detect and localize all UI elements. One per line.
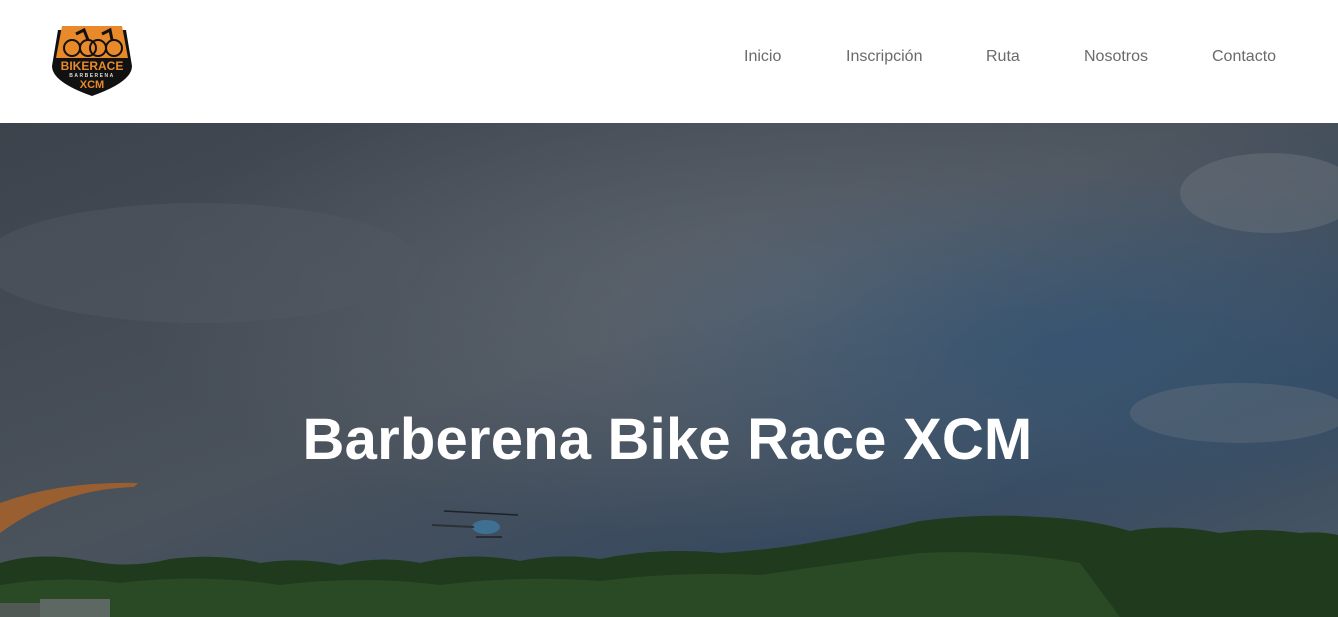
logo-text-tag: XCM xyxy=(80,79,104,91)
nav-item-nosotros[interactable]: Nosotros xyxy=(1084,48,1148,66)
nav-item-inscripcion[interactable]: Inscripción xyxy=(846,48,922,66)
hero-section: Barberena Bike Race XCM xyxy=(0,123,1338,617)
hero-title: Barberena Bike Race XCM xyxy=(302,407,1033,472)
nav-item-ruta[interactable]: Ruta xyxy=(986,48,1020,66)
hero-background-image xyxy=(0,123,1338,617)
nav-item-contacto[interactable]: Contacto xyxy=(1212,48,1276,66)
site-header: BIKERACE BARBERENA XCM Inicio Inscripció… xyxy=(0,0,1338,123)
main-nav: Inicio Inscripción Ruta Nosotros Contact… xyxy=(0,48,1338,70)
nav-item-inicio[interactable]: Inicio xyxy=(744,48,781,66)
